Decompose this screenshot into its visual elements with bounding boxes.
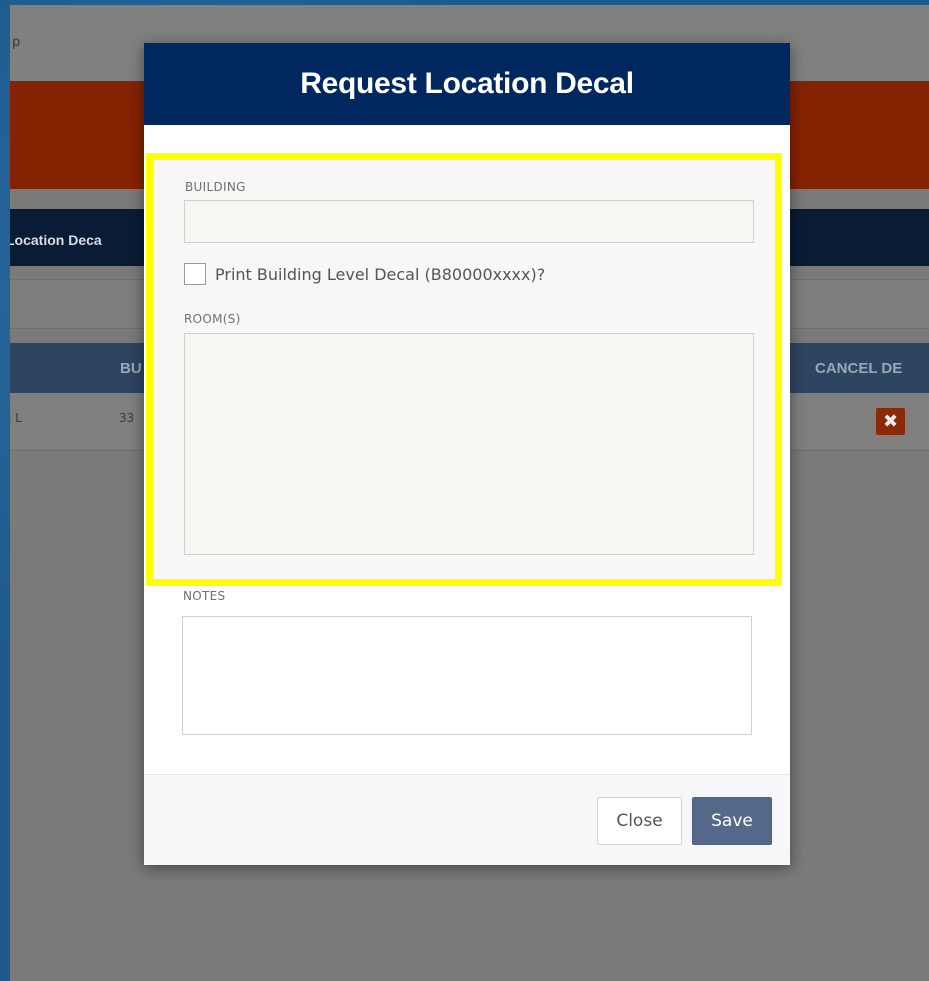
column-header-building: BU [120, 360, 142, 377]
close-button[interactable]: Close [597, 797, 682, 845]
breadcrumb: p [12, 35, 21, 50]
print-building-level-checkbox[interactable] [184, 263, 206, 285]
save-button[interactable]: Save [692, 797, 772, 845]
request-location-decal-modal: Request Location Decal BUILDING Print Bu… [144, 43, 790, 865]
close-icon[interactable]: ✖ [876, 408, 905, 435]
building-label: BUILDING [185, 180, 246, 194]
table-cell-building: 33 [119, 411, 135, 425]
modal-title: Request Location Decal [300, 67, 634, 100]
table-cell-name: i L [10, 411, 22, 425]
modal-footer: Close Save [144, 774, 790, 865]
print-building-level-label[interactable]: Print Building Level Decal (B80000xxxx)? [215, 265, 545, 284]
modal-header: Request Location Decal [144, 43, 790, 125]
highlighted-form-section: BUILDING Print Building Level Decal (B80… [146, 153, 782, 586]
rooms-textarea[interactable] [184, 333, 754, 555]
rooms-label: ROOM(S) [184, 312, 241, 326]
tab-location-decal[interactable]: Location Deca [10, 232, 102, 248]
notes-label: NOTES [183, 589, 226, 603]
building-input[interactable] [184, 200, 754, 243]
column-header-cancel: CANCEL DE [815, 360, 903, 377]
notes-textarea[interactable] [182, 616, 752, 735]
